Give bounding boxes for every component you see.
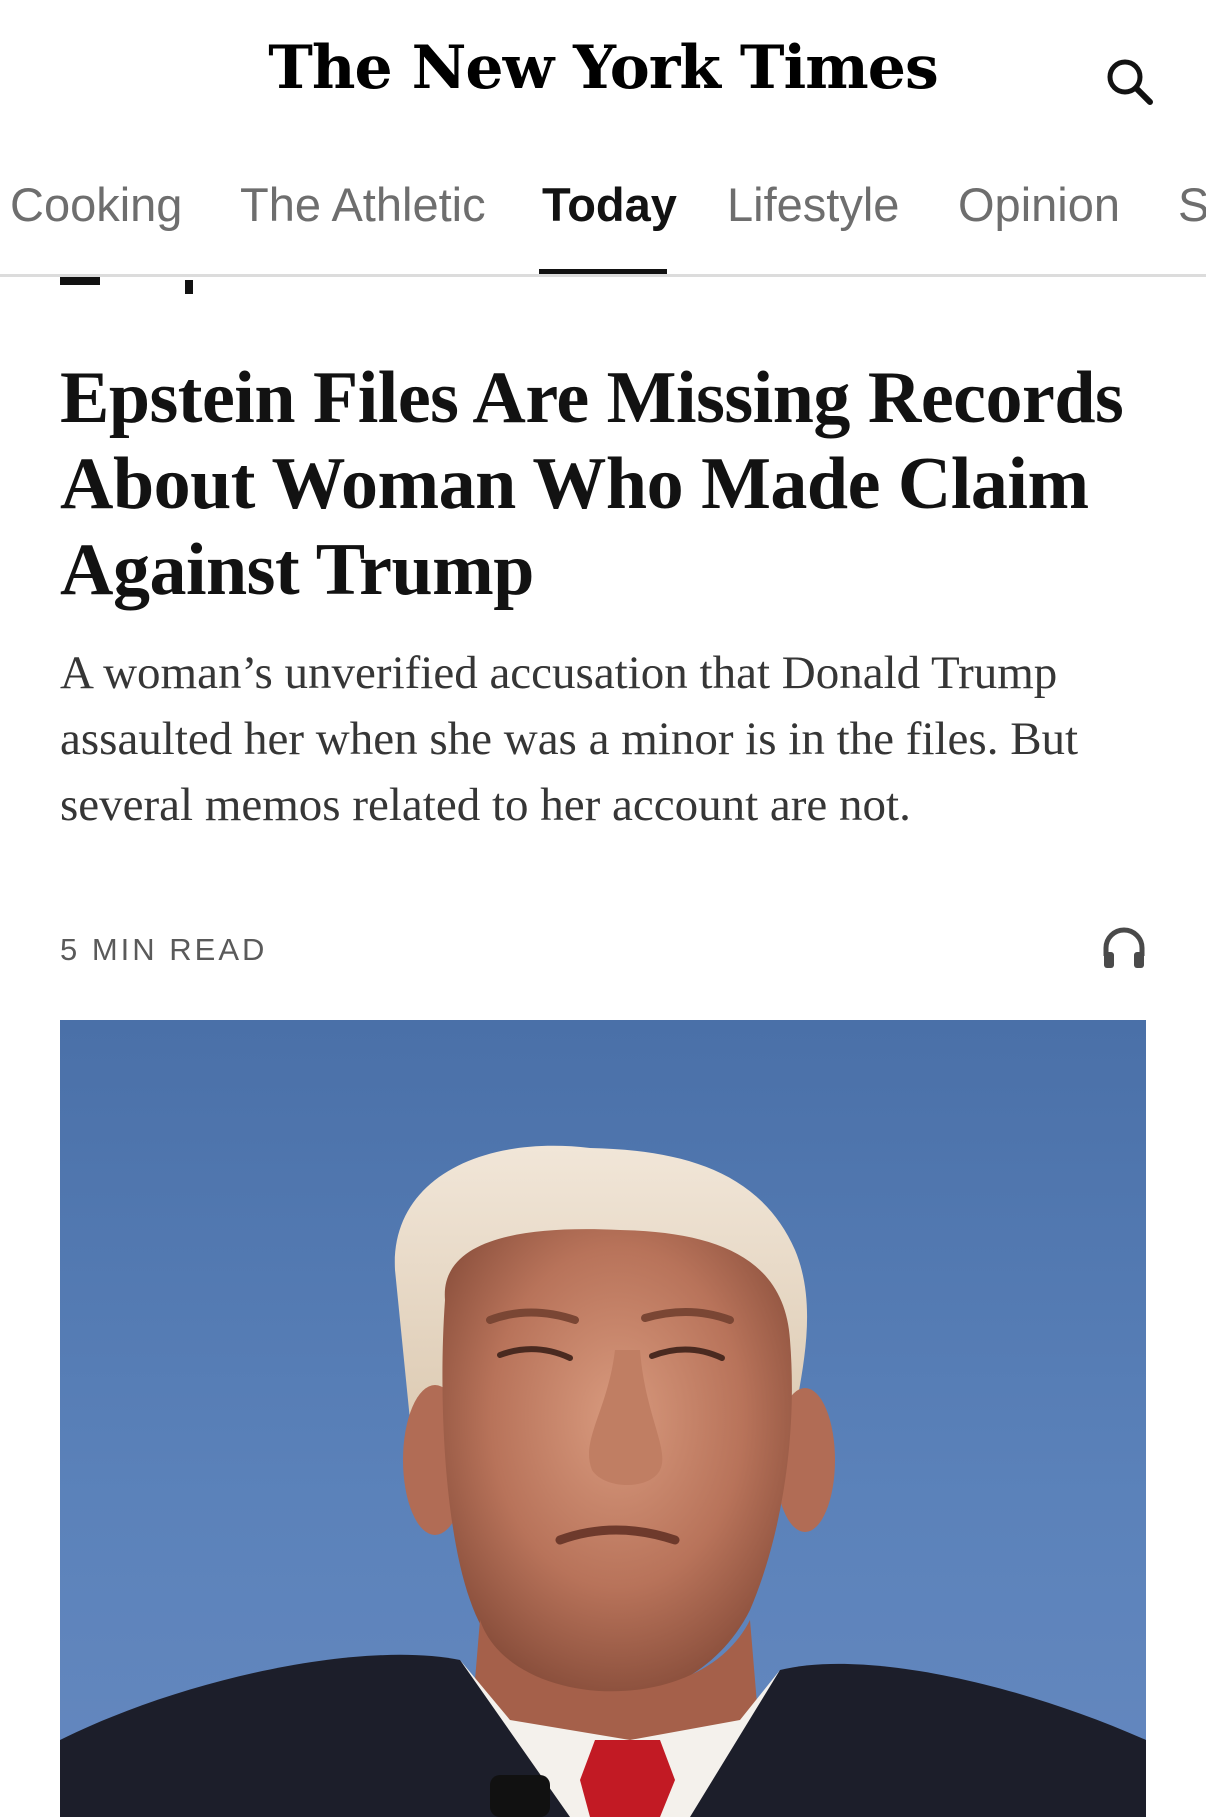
tab-today[interactable]: Today [542, 175, 677, 235]
article-lead-photo[interactable] [60, 1020, 1146, 1817]
tab-lifestyle[interactable]: Lifestyle [727, 175, 899, 235]
tab-opinion[interactable]: Opinion [958, 175, 1120, 235]
portrait-illustration [60, 1145, 1146, 1817]
nyt-logo[interactable]: The New York Times [0, 28, 1206, 108]
listen-button[interactable] [1097, 922, 1151, 976]
search-button[interactable] [1098, 50, 1162, 114]
read-time-label: 5 MIN READ [60, 932, 268, 967]
search-icon [1107, 59, 1153, 105]
clipped-text-fragment [185, 280, 193, 294]
tab-partial[interactable]: S [1178, 175, 1206, 235]
clipped-text-fragment [60, 277, 100, 285]
section-nav: Cooking The Athletic Today Lifestyle Opi… [0, 145, 1206, 277]
article-summary: A woman’s unverified accusation that Don… [60, 647, 1079, 831]
masthead: The New York Times [0, 0, 1206, 145]
headphones-icon [1103, 927, 1145, 968]
tab-the-athletic[interactable]: The Athletic [240, 175, 486, 235]
tab-cooking[interactable]: Cooking [10, 175, 182, 235]
active-tab-indicator [539, 269, 667, 274]
article-headline[interactable]: Epstein Files Are Missing Records About … [60, 355, 1160, 613]
